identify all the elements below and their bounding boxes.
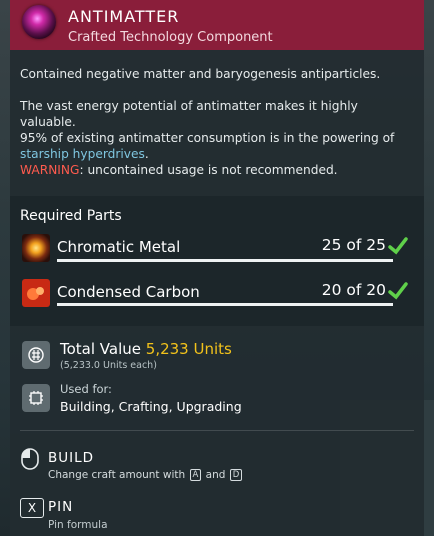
pin-hint: Pin formula bbox=[48, 519, 108, 531]
used-for-label: Used for: bbox=[60, 382, 112, 396]
part-count-condensed-carbon: 20 of 20 bbox=[321, 281, 386, 299]
build-hint: Change craft amount with A and D bbox=[48, 469, 243, 481]
item-title: ANTIMATTER bbox=[68, 7, 180, 26]
description-line-1: Contained negative matter and baryogenes… bbox=[20, 67, 381, 81]
chromatic-metal-icon bbox=[22, 234, 50, 262]
build-hint-and: and bbox=[205, 469, 226, 481]
total-value: Total Value 5,233 Units bbox=[60, 340, 232, 358]
key-a: A bbox=[189, 469, 202, 481]
total-value-label: Total Value bbox=[60, 340, 141, 358]
chip-icon bbox=[22, 384, 50, 412]
warning-label: WARNING bbox=[20, 163, 80, 177]
warning-line: WARNING: uncontained usage is not recomm… bbox=[20, 162, 414, 178]
description-text-b: 95% of existing antimatter consumption i… bbox=[20, 131, 395, 145]
condensed-carbon-icon bbox=[22, 279, 50, 307]
antimatter-orb-icon bbox=[22, 5, 56, 39]
key-d: D bbox=[229, 469, 243, 481]
part-name-condensed-carbon: Condensed Carbon bbox=[57, 283, 200, 301]
description-text-a: The vast energy potential of antimatter … bbox=[20, 99, 358, 129]
description-end: . bbox=[144, 147, 149, 161]
build-hint-text: Change craft amount with bbox=[48, 469, 186, 481]
divider bbox=[20, 430, 414, 431]
description-paragraph: The vast energy potential of antimatter … bbox=[20, 98, 414, 162]
pin-key: X bbox=[20, 498, 44, 518]
item-header: ANTIMATTER Crafted Technology Component bbox=[10, 0, 424, 50]
build-button[interactable]: BUILD bbox=[48, 450, 94, 466]
required-parts-title: Required Parts bbox=[20, 208, 122, 224]
item-subtitle: Crafted Technology Component bbox=[68, 30, 273, 45]
description-highlight: starship hyperdrives bbox=[20, 147, 145, 161]
item-info-panel: ANTIMATTER Crafted Technology Component … bbox=[10, 0, 424, 536]
checkmark-icon bbox=[388, 237, 408, 255]
part-progress-condensed-carbon bbox=[57, 303, 393, 306]
checkmark-icon bbox=[388, 282, 408, 300]
part-progress-chromatic-metal bbox=[57, 259, 393, 262]
part-count-chromatic-metal: 25 of 25 bbox=[321, 236, 386, 254]
value-each: (5,233.0 Units each) bbox=[60, 360, 157, 371]
mouse-left-click-icon bbox=[21, 448, 39, 470]
used-for-list: Building, Crafting, Upgrading bbox=[60, 399, 242, 414]
total-value-amount: 5,233 Units bbox=[145, 340, 232, 358]
part-name-chromatic-metal: Chromatic Metal bbox=[57, 238, 181, 256]
units-currency-icon bbox=[22, 341, 50, 369]
warning-text: : uncontained usage is not recommended. bbox=[79, 163, 338, 177]
pin-button[interactable]: PIN bbox=[48, 499, 73, 515]
